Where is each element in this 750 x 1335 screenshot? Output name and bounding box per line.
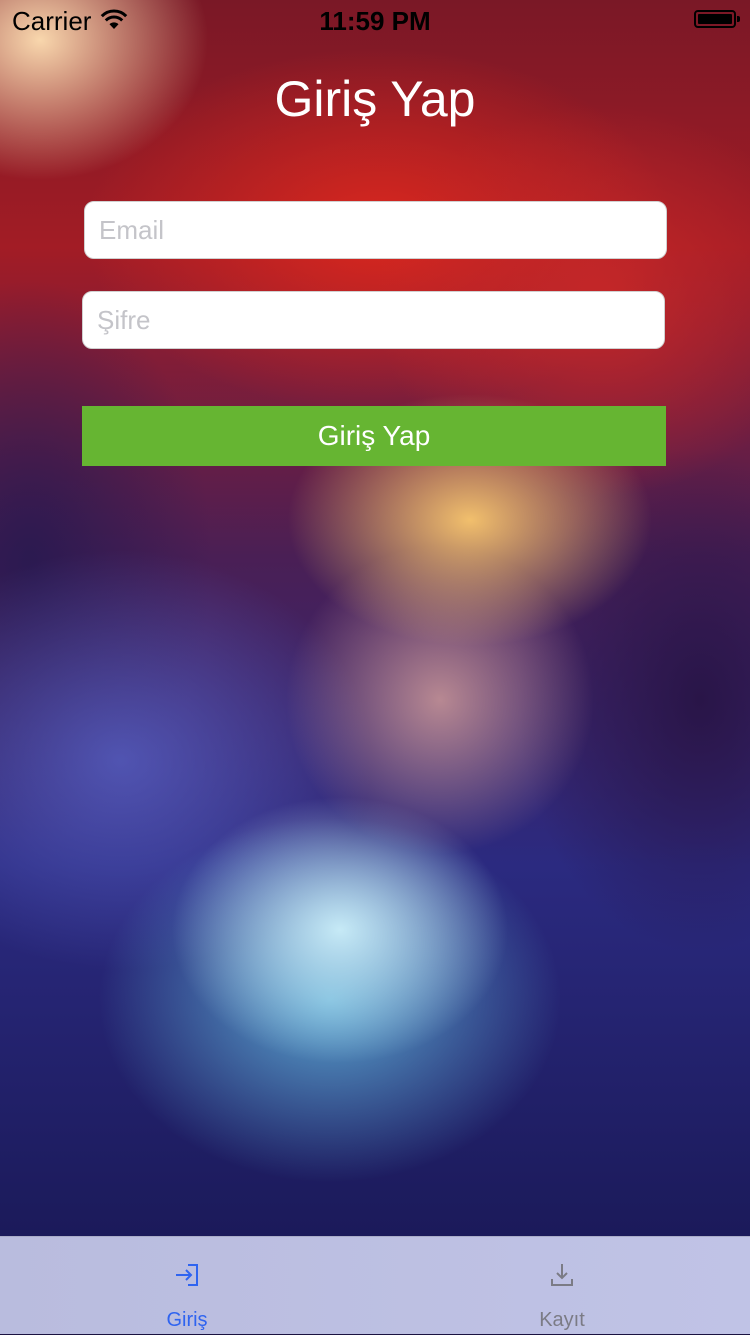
sign-in-icon — [176, 1264, 198, 1286]
status-time: 11:59 PM — [319, 6, 431, 36]
background-image — [0, 0, 750, 1236]
tab-login-label: Giriş — [166, 1309, 208, 1331]
tab-bar: Giriş Kayıt — [0, 1236, 750, 1334]
download-icon — [551, 1264, 573, 1286]
battery-icon — [694, 10, 740, 28]
tab-register-label: Kayıt — [539, 1309, 585, 1331]
email-field[interactable] — [84, 201, 667, 259]
tab-register[interactable]: Kayıt — [472, 1237, 652, 1335]
status-bar: Carrier 11:59 PM — [0, 0, 750, 40]
password-field[interactable] — [82, 291, 665, 349]
login-button[interactable]: Giriş Yap — [82, 406, 666, 466]
page-title: Giriş Yap — [274, 71, 476, 127]
tab-login[interactable]: Giriş — [97, 1237, 277, 1335]
